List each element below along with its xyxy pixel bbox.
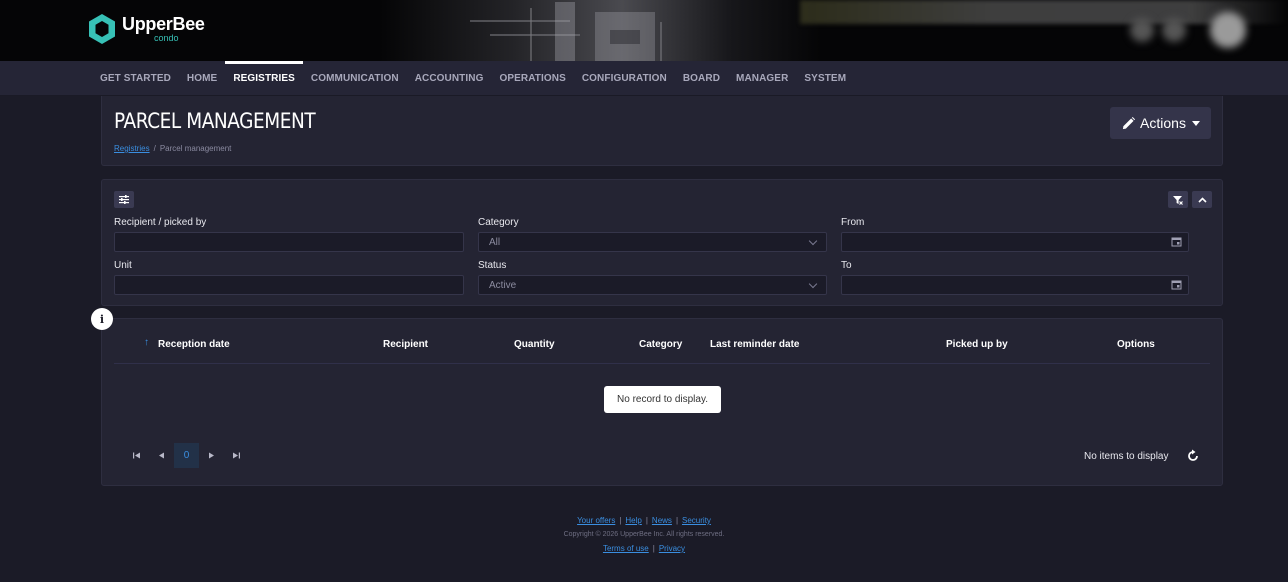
next-page-icon [209, 452, 214, 459]
caret-down-icon [1191, 120, 1200, 126]
filter-settings-button[interactable] [114, 191, 134, 208]
footer-link-news[interactable]: News [652, 516, 672, 525]
main-nav: GET STARTED HOME REGISTRIES COMMUNICATIO… [0, 61, 1288, 96]
next-page-button[interactable] [199, 443, 224, 468]
previous-page-icon [159, 452, 164, 459]
page-title: PARCEL MANAGEMENT [114, 109, 316, 133]
column-header-quantity[interactable]: Quantity [514, 339, 555, 350]
actions-label: Actions [1140, 115, 1186, 131]
nav-item-manager[interactable]: MANAGER [728, 61, 796, 96]
refresh-icon[interactable] [1186, 449, 1200, 463]
filter-clear-icon [1173, 195, 1183, 205]
pager: 0 [124, 443, 249, 468]
chevron-up-icon [1197, 196, 1207, 203]
page-header: PARCEL MANAGEMENT Registries / Parcel mana… [101, 96, 1223, 166]
unit-input[interactable] [114, 275, 464, 295]
last-page-button[interactable] [224, 443, 249, 468]
footer-link-terms[interactable]: Terms of use [603, 544, 649, 553]
to-label: To [841, 260, 852, 271]
breadcrumb-current: Parcel management [159, 144, 232, 153]
collapse-filters-button[interactable] [1192, 191, 1212, 208]
nav-item-board[interactable]: BOARD [675, 61, 728, 96]
chevron-down-icon [808, 279, 818, 289]
status-label: Status [478, 260, 507, 271]
nav-item-configuration[interactable]: CONFIGURATION [574, 61, 675, 96]
breadcrumb: Registries / Parcel management [114, 144, 231, 153]
nav-item-home[interactable]: HOME [179, 61, 225, 96]
footer-link-your-offers[interactable]: Your offers [577, 516, 615, 525]
to-date-input[interactable] [841, 275, 1189, 295]
first-page-button[interactable] [124, 443, 149, 468]
category-value: All [489, 236, 501, 248]
header-divider [114, 363, 1210, 364]
brand-name: UpperBee [122, 14, 205, 34]
from-date-input[interactable] [841, 232, 1189, 252]
hexagon-logo-icon [89, 14, 115, 44]
category-select[interactable]: All [478, 232, 827, 252]
from-label: From [841, 217, 865, 228]
status-select[interactable]: Active [478, 275, 827, 295]
current-page[interactable]: 0 [174, 443, 199, 468]
nav-item-operations[interactable]: OPERATIONS [491, 61, 573, 96]
recipient-label: Recipient / picked by [114, 217, 207, 228]
nav-item-accounting[interactable]: ACCOUNTING [407, 61, 492, 96]
column-header-reception-date[interactable]: Reception date [158, 339, 230, 350]
breadcrumb-registries-link[interactable]: Registries [114, 144, 150, 153]
nav-item-registries[interactable]: REGISTRIES [225, 61, 303, 96]
column-header-recipient[interactable]: Recipient [383, 339, 428, 350]
nav-item-system[interactable]: SYSTEM [796, 61, 854, 96]
clear-filter-button[interactable] [1168, 191, 1188, 208]
sort-ascending-icon[interactable]: ↑ [144, 337, 149, 348]
user-icons[interactable] [1118, 10, 1258, 50]
sliders-icon [119, 195, 129, 204]
nav-item-get-started[interactable]: GET STARTED [92, 61, 179, 96]
calendar-icon[interactable] [1171, 236, 1182, 247]
chevron-down-icon [808, 236, 818, 246]
footer: Your offers | Help | News | Security Copyright… [0, 516, 1288, 553]
top-banner: UpperBee condo [0, 0, 1288, 61]
copyright: Copyright © 2026 UpperBee Inc. All right… [563, 531, 725, 538]
brand-sub: condo [154, 33, 179, 43]
parcel-grid: ↑ Reception date Recipient Quantity Cate… [101, 318, 1223, 486]
breadcrumb-separator: / [153, 144, 156, 153]
actions-button[interactable]: Actions [1110, 107, 1211, 139]
footer-link-privacy[interactable]: Privacy [659, 544, 685, 553]
footer-links: Your offers | Help | News | Security [577, 516, 711, 525]
logo[interactable]: UpperBee condo [88, 13, 205, 45]
building-banner-image [380, 0, 820, 61]
nav-item-communication[interactable]: COMMUNICATION [303, 61, 407, 96]
calendar-icon[interactable] [1171, 279, 1182, 290]
info-icon[interactable]: i [91, 308, 113, 330]
recipient-input[interactable] [114, 232, 464, 252]
column-header-options: Options [1117, 339, 1155, 350]
category-label: Category [478, 217, 519, 228]
column-header-picked-up-by[interactable]: Picked up by [946, 339, 1008, 350]
pencil-icon [1122, 116, 1136, 129]
filter-panel: Recipient / picked by Category All From … [101, 179, 1223, 306]
unit-label: Unit [114, 260, 132, 271]
status-value: Active [489, 279, 517, 291]
footer-legal: Terms of use | Privacy [602, 544, 686, 553]
footer-link-help[interactable]: Help [625, 516, 641, 525]
pager-status: No items to display [1084, 451, 1169, 462]
previous-page-button[interactable] [149, 443, 174, 468]
column-header-category[interactable]: Category [639, 339, 682, 350]
column-header-last-reminder-date[interactable]: Last reminder date [710, 339, 799, 350]
last-page-icon [233, 452, 240, 459]
first-page-icon [133, 452, 140, 459]
footer-link-security[interactable]: Security [682, 516, 711, 525]
empty-state-message: No record to display. [604, 386, 721, 413]
